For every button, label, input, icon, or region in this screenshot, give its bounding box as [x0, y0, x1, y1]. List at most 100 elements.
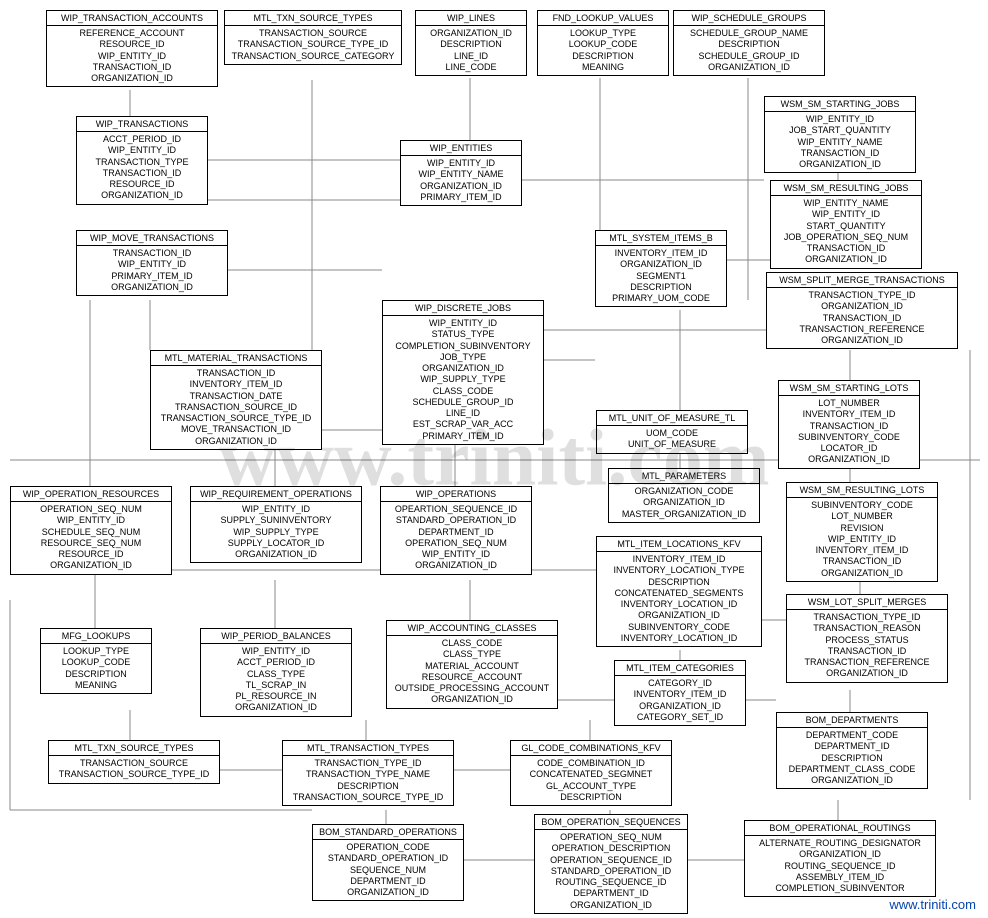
- entity-column: LINE_ID: [420, 51, 522, 62]
- entity-column: ALTERNATE_ROUTING_DESIGNATOR: [749, 838, 931, 849]
- entity-bom_standard_operations: BOM_STANDARD_OPERATIONSOPERATION_CODESTA…: [312, 824, 464, 901]
- entity-title: WIP_OPERATION_RESOURCES: [11, 487, 171, 502]
- entity-column: ORGANIZATION_ID: [391, 694, 553, 705]
- entity-columns: WIP_ENTITY_IDJOB_START_QUANTITYWIP_ENTIT…: [765, 112, 915, 172]
- entity-column: WIP_ENTITY_ID: [51, 51, 213, 62]
- entity-title: MTL_UNIT_OF_MEASURE_TL: [597, 411, 747, 426]
- entity-column: WIP_ENTITY_ID: [15, 515, 167, 526]
- entity-column: SUBINVENTORY_CODE: [601, 622, 757, 633]
- entity-column: LOCATOR_ID: [783, 443, 915, 454]
- entity-column: OPERATION_SEQ_NUM: [539, 832, 683, 843]
- entity-title: WSM_SPLIT_MERGE_TRANSACTIONS: [767, 273, 957, 288]
- entity-columns: LOOKUP_TYPELOOKUP_CODEDESCRIPTIONMEANING: [41, 644, 151, 693]
- entity-column: TRANSACTION_ID: [81, 168, 203, 179]
- entity-column: ROUTING_SEQUENCE_ID: [749, 861, 931, 872]
- entity-mfg_lookups: MFG_LOOKUPSLOOKUP_TYPELOOKUP_CODEDESCRIP…: [40, 628, 152, 694]
- entity-column: DEPARTMENT_CLASS_CODE: [781, 764, 923, 775]
- entity-column: TRANSACTION_ID: [81, 248, 223, 259]
- entity-column: TRANSACTION_SOURCE_TYPE_ID: [229, 39, 397, 50]
- entity-column: SEGMENT1: [600, 271, 722, 282]
- entity-columns: ALTERNATE_ROUTING_DESIGNATORORGANIZATION…: [745, 836, 935, 896]
- entity-column: DEPARTMENT_ID: [781, 741, 923, 752]
- entity-columns: OPERATION_SEQ_NUMWIP_ENTITY_IDSCHEDULE_S…: [11, 502, 171, 574]
- entity-columns: OPERATION_SEQ_NUMOPERATION_DESCRIPTIONOP…: [535, 830, 687, 913]
- entity-title: FND_LOOKUP_VALUES: [538, 11, 668, 26]
- entity-column: TRANSACTION_ID: [155, 368, 317, 379]
- entity-title: WIP_TRANSACTION_ACCOUNTS: [47, 11, 217, 26]
- entity-mtl_item_categories: MTL_ITEM_CATEGORIESCATEGORY_IDINVENTORY_…: [614, 660, 746, 726]
- entity-column: ORGANIZATION_ID: [81, 282, 223, 293]
- entity-column: PROCESS_STATUS: [791, 635, 943, 646]
- entity-title: WIP_REQUIREMENT_OPERATIONS: [191, 487, 361, 502]
- entity-column: SUPPLY_LOCATOR_ID: [195, 538, 357, 549]
- entity-columns: CATEGORY_IDINVENTORY_ITEM_IDORGANIZATION…: [615, 676, 745, 725]
- entity-column: ORGANIZATION_ID: [155, 436, 317, 447]
- entity-column: REVISION: [791, 523, 933, 534]
- entity-columns: INVENTORY_ITEM_IDORGANIZATION_IDSEGMENT1…: [596, 246, 726, 306]
- entity-column: TRANSACTION_ID: [791, 556, 933, 567]
- entity-column: ORGANIZATION_ID: [775, 254, 917, 265]
- entity-column: TRANSACTION_ID: [791, 646, 943, 657]
- entity-column: CATEGORY_SET_ID: [619, 712, 741, 723]
- entity-title: MFG_LOOKUPS: [41, 629, 151, 644]
- entity-wsm_sm_resulting_jobs: WSM_SM_RESULTING_JOBSWIP_ENTITY_NAMEWIP_…: [770, 180, 922, 269]
- entity-column: ASSEMBLY_ITEM_ID: [749, 872, 931, 883]
- entity-columns: CLASS_CODECLASS_TYPEMATERIAL_ACCOUNTRESO…: [387, 636, 557, 708]
- entity-column: OPERATION_SEQUENCE_ID: [539, 855, 683, 866]
- entity-wsm_sm_resulting_lots: WSM_SM_RESULTING_LOTSSUBINVENTORY_CODELO…: [786, 482, 938, 582]
- entity-column: OPERATION_CODE: [317, 842, 459, 853]
- entity-column: JOB_TYPE: [387, 352, 539, 363]
- entity-column: DESCRIPTION: [678, 39, 820, 50]
- entity-column: WIP_ENTITY_ID: [195, 504, 357, 515]
- entity-title: WSM_SM_STARTING_JOBS: [765, 97, 915, 112]
- entity-column: TRANSACTION_REASON: [791, 623, 943, 634]
- entity-column: JOB_START_QUANTITY: [769, 125, 911, 136]
- entity-columns: TRANSACTION_TYPE_IDORGANIZATION_IDTRANSA…: [767, 288, 957, 348]
- entity-columns: INVENTORY_ITEM_IDINVENTORY_LOCATION_TYPE…: [597, 552, 761, 646]
- entity-wsm_sm_starting_lots: WSM_SM_STARTING_LOTSLOT_NUMBERINVENTORY_…: [778, 380, 920, 469]
- entity-column: SUPPLY_SUNINVENTORY: [195, 515, 357, 526]
- entity-column: SCHEDULE_GROUP_ID: [678, 51, 820, 62]
- entity-columns: DEPARTMENT_CODEDEPARTMENT_IDDESCRIPTIOND…: [777, 728, 927, 788]
- entity-column: ORGANIZATION_ID: [749, 849, 931, 860]
- entity-column: STANDARD_OPERATION_ID: [385, 515, 527, 526]
- entity-columns: ORGANIZATION_IDDESCRIPTIONLINE_IDLINE_CO…: [416, 26, 526, 75]
- entity-column: ORGANIZATION_ID: [600, 259, 722, 270]
- entity-wip_transaction_accounts: WIP_TRANSACTION_ACCOUNTSREFERENCE_ACCOUN…: [46, 10, 218, 87]
- entity-title: MTL_ITEM_CATEGORIES: [615, 661, 745, 676]
- entity-column: DESCRIPTION: [420, 39, 522, 50]
- entity-column: PRIMARY_ITEM_ID: [405, 192, 517, 203]
- entity-column: ORGANIZATION_ID: [783, 454, 915, 465]
- entity-columns: WIP_ENTITY_IDWIP_ENTITY_NAMEORGANIZATION…: [401, 156, 521, 205]
- entity-title: MTL_TXN_SOURCE_TYPES: [225, 11, 401, 26]
- entity-column: ORGANIZATION_ID: [405, 181, 517, 192]
- entity-column: LINE_CODE: [420, 62, 522, 73]
- entity-column: INVENTORY_ITEM_ID: [619, 689, 741, 700]
- entity-mtl_txn_source_types: MTL_TXN_SOURCE_TYPESTRANSACTION_SOURCETR…: [224, 10, 402, 65]
- entity-column: ORGANIZATION_ID: [420, 28, 522, 39]
- entity-column: ORGANIZATION_ID: [205, 702, 347, 713]
- entity-columns: TRANSACTION_TYPE_IDTRANSACTION_REASONPRO…: [787, 610, 947, 682]
- entity-title: BOM_OPERATION_SEQUENCES: [535, 815, 687, 830]
- entity-column: WIP_ENTITY_ID: [81, 145, 203, 156]
- entity-title: WIP_SCHEDULE_GROUPS: [674, 11, 824, 26]
- entity-fnd_lookup_values: FND_LOOKUP_VALUESLOOKUP_TYPELOOKUP_CODED…: [537, 10, 669, 76]
- entity-columns: TRANSACTION_IDWIP_ENTITY_IDPRIMARY_ITEM_…: [77, 246, 227, 295]
- entity-column: MASTER_ORGANIZATION_ID: [613, 509, 755, 520]
- entity-column: ACCT_PERIOD_ID: [81, 134, 203, 145]
- entity-mtl_transaction_types: MTL_TRANSACTION_TYPESTRANSACTION_TYPE_ID…: [282, 740, 454, 806]
- entity-column: ORGANIZATION_ID: [317, 887, 459, 898]
- entity-column: INVENTORY_LOCATION_ID: [601, 633, 757, 644]
- entity-column: PL_RESOURCE_IN: [205, 691, 347, 702]
- entity-column: TRANSACTION_REFERENCE: [791, 657, 943, 668]
- entity-column: ORGANIZATION_CODE: [613, 486, 755, 497]
- entity-column: JOB_OPERATION_SEQ_NUM: [775, 232, 917, 243]
- entity-column: OPEARTION_SEQUENCE_ID: [385, 504, 527, 515]
- entity-column: INVENTORY_ITEM_ID: [791, 545, 933, 556]
- entity-column: TRANSACTION_TYPE_ID: [287, 758, 449, 769]
- entity-column: WIP_ENTITY_ID: [385, 549, 527, 560]
- entity-columns: WIP_ENTITY_NAMEWIP_ENTITY_IDSTART_QUANTI…: [771, 196, 921, 268]
- entity-column: CONCATENATED_SEGMENTS: [601, 588, 757, 599]
- entity-column: DESCRIPTION: [542, 51, 664, 62]
- entity-column: SUBINVENTORY_CODE: [783, 432, 915, 443]
